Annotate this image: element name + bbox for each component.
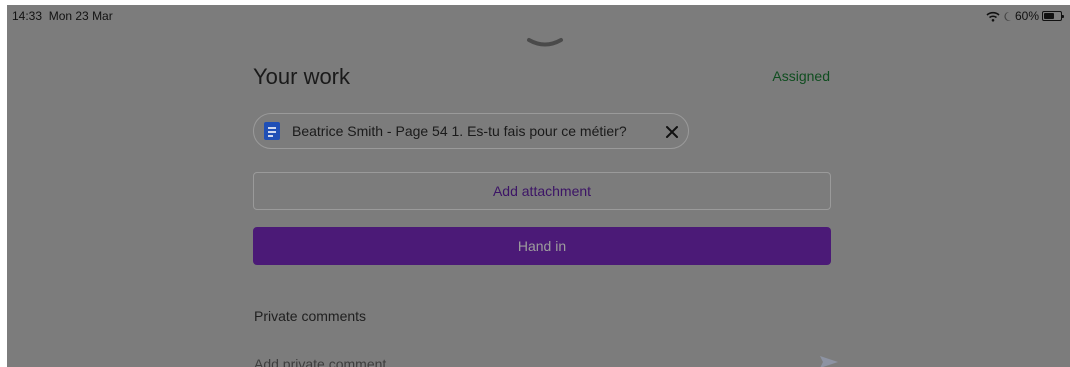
send-icon[interactable] xyxy=(819,354,839,367)
moon-icon xyxy=(1004,11,1011,21)
status-date: Mon 23 Mar xyxy=(48,9,113,23)
attachment-chip[interactable]: Beatrice Smith - Page 54 1. Es-tu fais p… xyxy=(253,113,689,149)
google-docs-icon xyxy=(264,122,280,140)
wifi-icon xyxy=(986,11,1000,22)
page-title: Your work xyxy=(253,64,351,89)
attachment-name: Beatrice Smith - Page 54 1. Es-tu fais p… xyxy=(292,123,627,139)
hand-in-button[interactable]: Hand in xyxy=(253,227,831,265)
status-indicators: 60% xyxy=(986,9,1064,23)
close-icon[interactable] xyxy=(662,122,682,142)
dimmed-screen: 14:33 Mon 23 Mar 60% Your work Assigned … xyxy=(7,5,1070,367)
assignment-status: Assigned xyxy=(772,68,830,84)
private-comments-heading: Private comments xyxy=(254,308,367,324)
chevron-down-icon[interactable] xyxy=(526,36,564,50)
status-time-date: 14:33 Mon 23 Mar xyxy=(12,9,113,23)
status-time: 14:33 xyxy=(12,9,43,23)
status-bar: 14:33 Mon 23 Mar 60% xyxy=(7,5,1070,27)
battery-percentage: 60% xyxy=(1014,9,1039,23)
private-comment-input[interactable]: Add private comment xyxy=(254,356,386,367)
battery-icon xyxy=(1042,11,1064,21)
add-attachment-button[interactable]: Add attachment xyxy=(253,172,831,210)
